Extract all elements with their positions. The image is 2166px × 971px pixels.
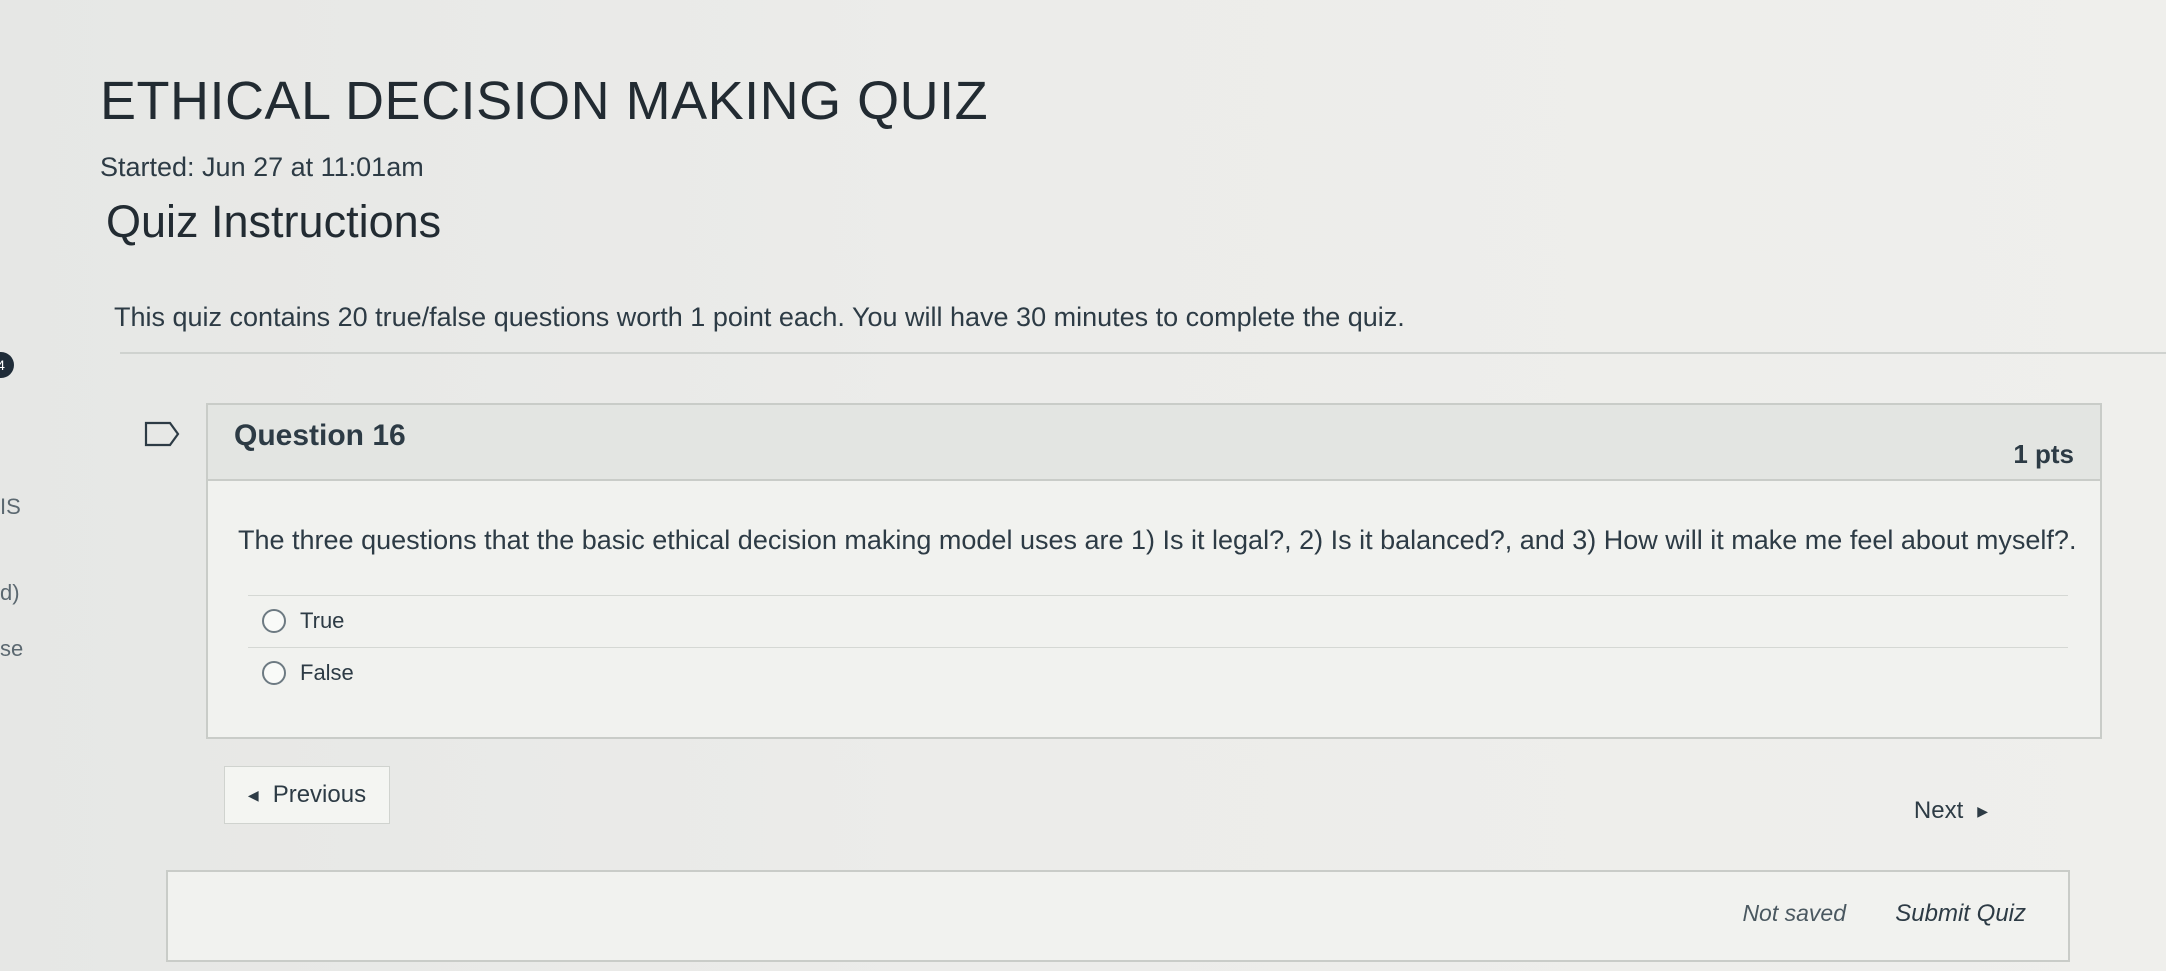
answer-option-true[interactable]: True (248, 595, 2068, 646)
previous-label: Previous (272, 781, 367, 808)
next-button[interactable]: Next ▶ (1896, 788, 2006, 834)
chevron-left-icon: ◀ (247, 786, 259, 803)
sidebar-fragment[interactable]: se (0, 636, 23, 662)
previous-button[interactable]: ◀ Previous (224, 766, 390, 824)
next-label: Next (1913, 797, 1964, 824)
question-number: Question 16 (234, 419, 406, 452)
sidebar-fragment[interactable]: IS (0, 494, 21, 520)
answer-option-false[interactable]: False (248, 647, 2068, 698)
submit-quiz-button[interactable]: Submit Quiz (1873, 886, 2048, 942)
answer-label[interactable]: False (300, 660, 354, 686)
question-text: The three questions that the basic ethic… (238, 525, 2077, 555)
started-timestamp: Started: Jun 27 at 11:01am (100, 152, 424, 182)
answer-label[interactable]: True (300, 608, 344, 634)
question-header: Question 16 1 pts (208, 405, 2100, 481)
sidebar-fragment[interactable]: d) (0, 580, 20, 606)
question-points: 1 pts (2013, 439, 2074, 469)
sidebar-badge[interactable]: 4 (0, 352, 14, 378)
flag-icon[interactable] (144, 421, 180, 447)
instructions-text: This quiz contains 20 true/false questio… (114, 302, 1405, 332)
instructions-heading: Quiz Instructions (106, 196, 442, 247)
submit-bar: Not saved Submit Quiz (166, 870, 2070, 962)
save-status: Not saved (1742, 900, 1846, 926)
quiz-title: ETHICAL DECISION MAKING QUIZ (100, 71, 989, 131)
question-card: Question 16 1 pts The three questions th… (206, 403, 2102, 739)
quiz-page: ETHICAL DECISION MAKING QUIZ Started: Ju… (0, 0, 2166, 971)
chevron-right-icon: ▶ (1977, 802, 1989, 819)
divider (120, 352, 2166, 354)
radio-button[interactable] (262, 609, 286, 633)
radio-button[interactable] (262, 661, 286, 685)
